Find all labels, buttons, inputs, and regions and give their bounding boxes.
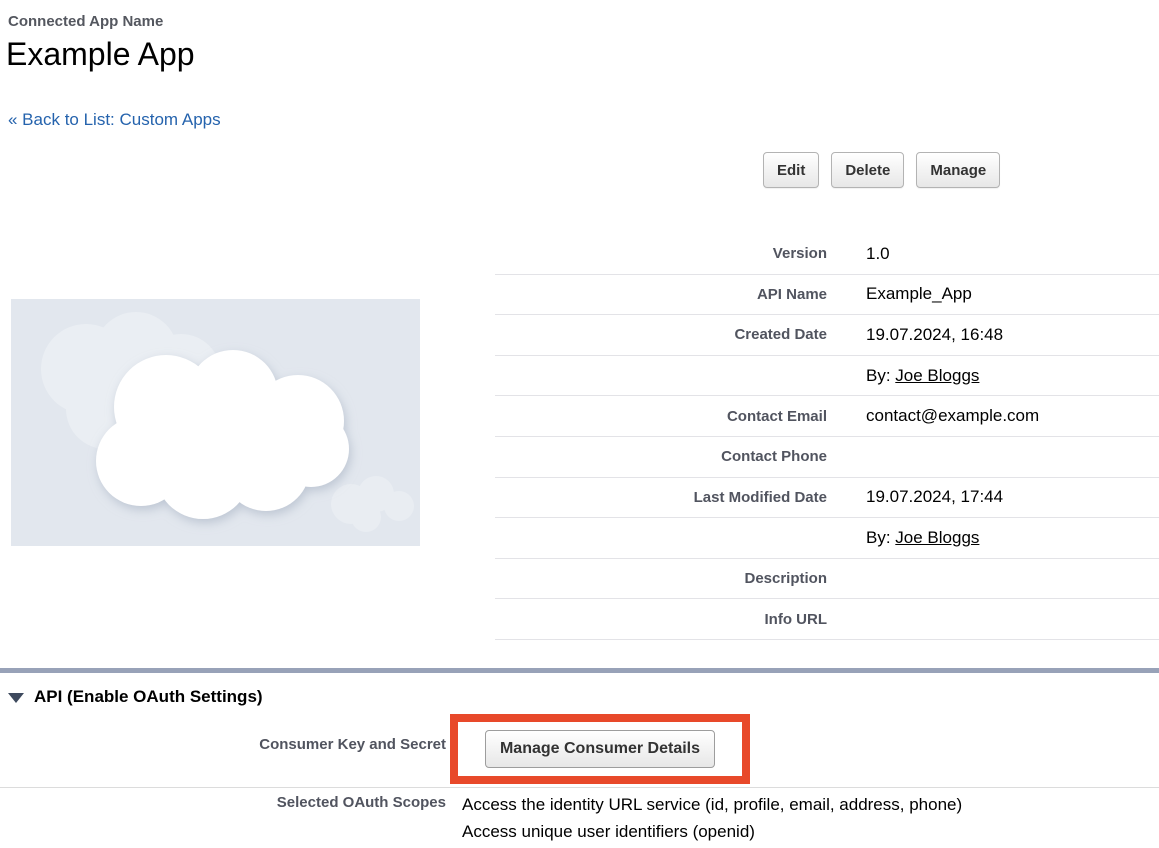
oauth-scope-item: Access the identity URL service (id, pro…	[462, 791, 962, 818]
manage-button[interactable]: Manage	[916, 152, 1000, 188]
section-divider-bar	[0, 668, 1159, 673]
record-type-label: Connected App Name	[8, 13, 163, 30]
delete-button[interactable]: Delete	[831, 152, 904, 188]
field-label: Info URL	[495, 611, 827, 628]
field-value: Example_App	[866, 284, 972, 304]
table-row-created-date: Created Date 19.07.2024, 16:48	[495, 315, 1159, 356]
toolbar: Edit Delete Manage	[763, 152, 1000, 188]
manage-consumer-details-button[interactable]: Manage Consumer Details	[485, 730, 715, 768]
oauth-scope-item: Access unique user identifiers (openid)	[462, 818, 962, 845]
field-label: Contact Phone	[495, 448, 827, 465]
edit-button[interactable]: Edit	[763, 152, 819, 188]
selected-oauth-scopes-values: Access the identity URL service (id, pro…	[462, 791, 962, 845]
consumer-key-secret-label: Consumer Key and Secret	[0, 736, 446, 753]
back-to-list-link[interactable]: « Back to List: Custom Apps	[8, 110, 221, 130]
oauth-section-header[interactable]: API (Enable OAuth Settings)	[8, 687, 263, 707]
detail-table: Version 1.0 API Name Example_App Created…	[495, 234, 1159, 640]
field-value: By: Joe Bloggs	[866, 528, 979, 548]
field-label: API Name	[495, 286, 827, 303]
field-value: 1.0	[866, 244, 890, 264]
created-by-user-link[interactable]: Joe Bloggs	[895, 366, 979, 385]
field-value: By: Joe Bloggs	[866, 366, 979, 386]
row-separator-line	[0, 787, 1159, 788]
table-row-modified-by: By: Joe Bloggs	[495, 518, 1159, 559]
table-row-description: Description	[495, 559, 1159, 600]
field-value: 19.07.2024, 16:48	[866, 325, 1003, 345]
table-row-contact-phone: Contact Phone	[495, 437, 1159, 478]
by-prefix: By:	[866, 366, 895, 385]
oauth-section-title: API (Enable OAuth Settings)	[34, 687, 263, 707]
table-row-contact-email: Contact Email contact@example.com	[495, 396, 1159, 437]
app-logo-image	[11, 299, 420, 546]
field-label: Description	[495, 570, 827, 587]
modified-by-user-link[interactable]: Joe Bloggs	[895, 528, 979, 547]
table-row-api-name: API Name Example_App	[495, 275, 1159, 316]
table-row-last-modified-date: Last Modified Date 19.07.2024, 17:44	[495, 478, 1159, 519]
field-value: contact@example.com	[866, 406, 1039, 426]
cloud-icon	[11, 299, 420, 546]
field-label: Created Date	[495, 326, 827, 343]
table-row-info-url: Info URL	[495, 599, 1159, 640]
selected-oauth-scopes-label: Selected OAuth Scopes	[0, 794, 446, 811]
table-row-created-by: By: Joe Bloggs	[495, 356, 1159, 397]
collapse-triangle-icon[interactable]	[8, 693, 24, 703]
field-label: Contact Email	[495, 408, 827, 425]
page-title: Example App	[6, 36, 195, 73]
connected-app-detail-page: Connected App Name Example App « Back to…	[0, 0, 1159, 848]
field-value: 19.07.2024, 17:44	[866, 487, 1003, 507]
red-highlight-box: Manage Consumer Details	[450, 714, 750, 784]
field-label: Version	[495, 245, 827, 262]
table-row-version: Version 1.0	[495, 234, 1159, 275]
field-label: Last Modified Date	[495, 489, 827, 506]
by-prefix: By:	[866, 528, 895, 547]
